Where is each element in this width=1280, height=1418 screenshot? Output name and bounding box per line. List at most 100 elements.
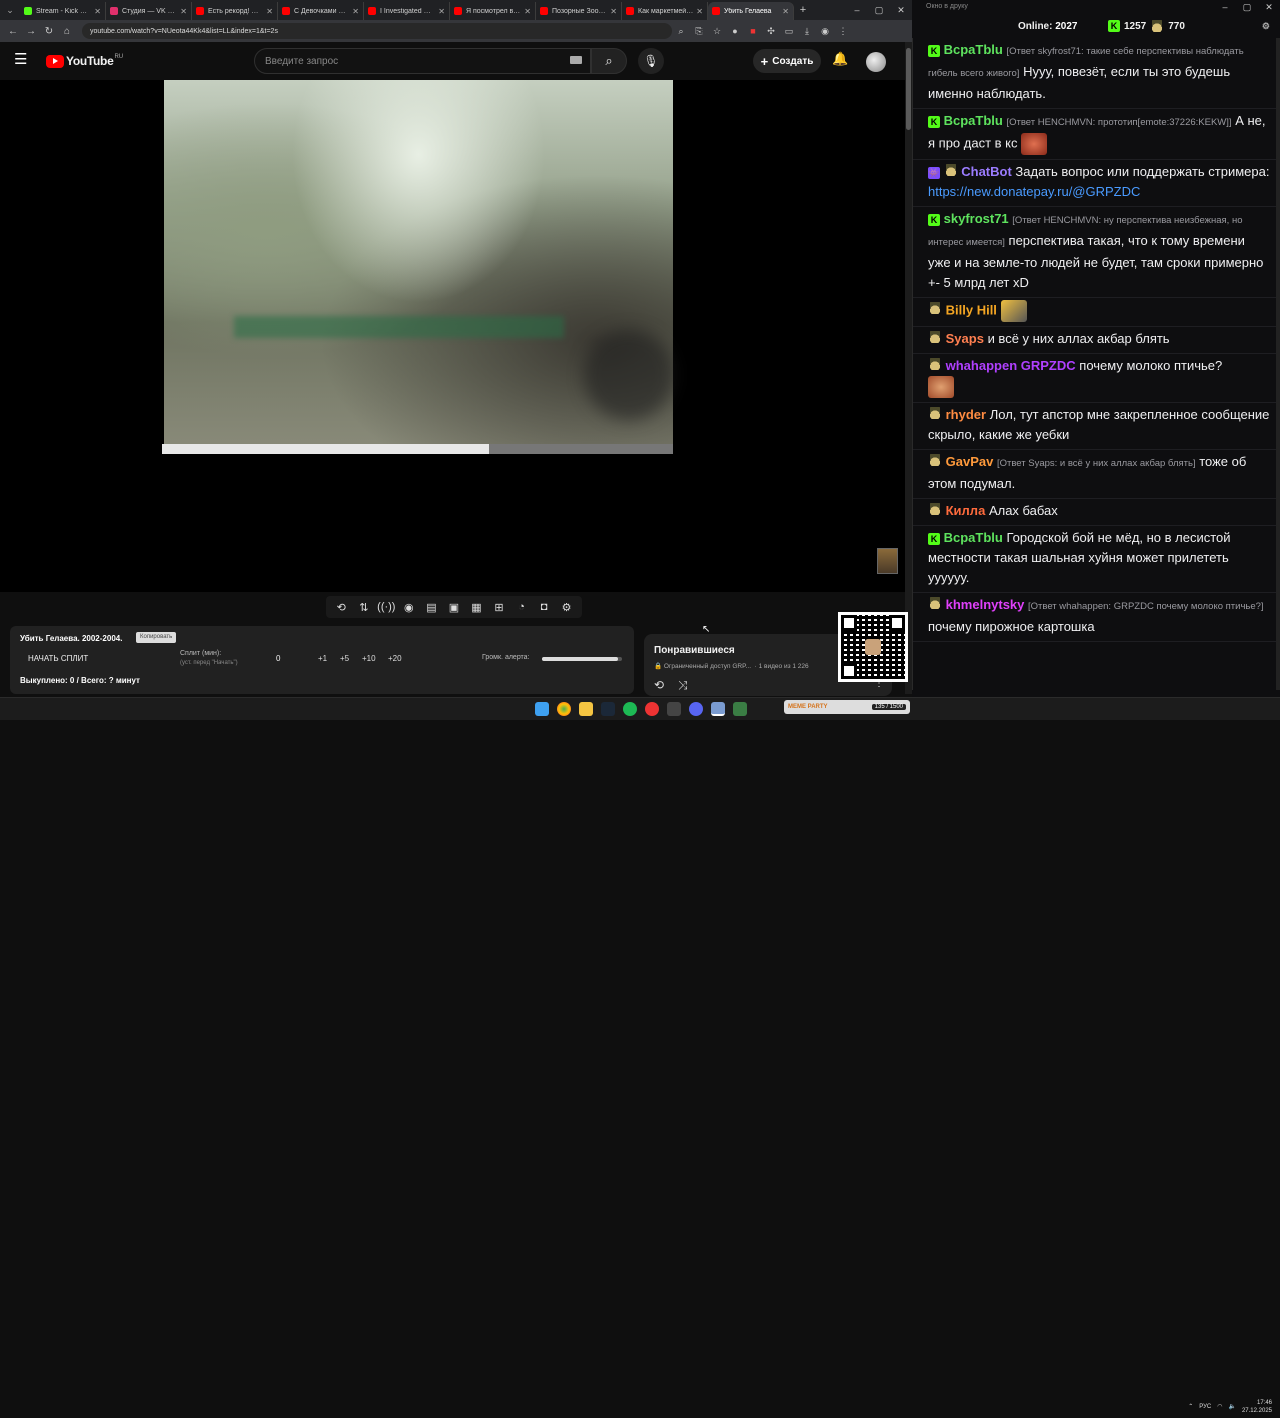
close-window-button[interactable]: ✕ — [890, 0, 912, 20]
forward-icon[interactable]: → — [22, 22, 40, 40]
notifications-bell-icon[interactable]: 🔔 — [832, 51, 850, 71]
search-button[interactable]: ⌕ — [591, 48, 627, 74]
corner-thumbnail[interactable] — [877, 548, 898, 574]
clock[interactable]: 17:46 27.12.2025 — [1242, 1399, 1272, 1415]
chat-messages[interactable]: K BcpaTblu [Ответ skyfrost71: такие себе… — [912, 38, 1278, 690]
hamburger-menu-icon[interactable]: ☰ — [14, 52, 32, 70]
keyboard-icon[interactable] — [570, 56, 582, 64]
chat-username[interactable]: khmelnytsky — [946, 597, 1025, 612]
playlist-title[interactable]: Понравившиеся — [654, 645, 735, 656]
profile-icon[interactable]: ◉ — [816, 22, 834, 40]
video-progress-bar[interactable] — [162, 444, 673, 454]
zoom-icon[interactable]: ⌕ — [672, 22, 690, 40]
camera-icon[interactable]: ◘ — [534, 601, 554, 613]
avatar[interactable] — [866, 52, 886, 72]
tab-close-icon[interactable]: ✕ — [696, 7, 703, 16]
start-split-button[interactable]: НАЧАТЬ СПЛИТ — [28, 654, 88, 663]
bookmark-star-icon[interactable]: ☆ — [708, 22, 726, 40]
chat-username[interactable]: Billy Hill — [946, 302, 997, 317]
install-icon[interactable]: ⎘ — [690, 22, 708, 40]
video-frame[interactable] — [164, 80, 674, 453]
alert-volume-slider[interactable] — [542, 657, 622, 661]
chat-username[interactable]: rhyder — [946, 407, 986, 422]
start-icon[interactable] — [535, 702, 549, 716]
chat-username[interactable]: GavPav — [946, 454, 994, 469]
tab-close-icon[interactable]: ✕ — [438, 7, 445, 16]
browser-tab[interactable]: С Девочками Боль ✕ — [278, 2, 364, 20]
back-icon[interactable]: ← — [4, 22, 22, 40]
sort-icon[interactable]: ⇅ — [354, 601, 374, 614]
chat-link[interactable]: https://new.donatepay.ru/@GRPZDC — [928, 184, 1140, 199]
url-field[interactable]: youtube.com/watch?v=NUeota44Kk4&list=LL&… — [82, 23, 672, 39]
volume-icon[interactable]: 🔈 — [1228, 1403, 1235, 1410]
extension-dot-icon[interactable]: ● — [726, 22, 744, 40]
sidebar-icon[interactable]: ▭ — [780, 22, 798, 40]
add-box-icon[interactable]: ⊞ — [489, 601, 509, 614]
chat-minimize-button[interactable]: – — [1214, 0, 1236, 14]
browser-tab[interactable]: Студия — VK Видео✕ — [106, 2, 192, 20]
discord-icon[interactable] — [689, 702, 703, 716]
tab-close-icon[interactable]: ✕ — [180, 7, 187, 16]
chat-username[interactable]: BcpaTblu — [944, 113, 1003, 128]
chat-username[interactable]: BcpaTblu — [944, 530, 1003, 545]
browser-tab[interactable]: Как маркетмейкер ✕ — [622, 2, 708, 20]
browser-tab[interactable]: Я посмотрел все ф✕ — [450, 2, 536, 20]
home-icon[interactable]: ⌂ — [58, 22, 76, 40]
broadcast-icon[interactable]: ((·)) — [376, 601, 396, 613]
chat-maximize-button[interactable]: ▢ — [1236, 0, 1258, 14]
tab-search-icon[interactable]: ⌄ — [0, 0, 20, 20]
tab-close-icon[interactable]: ✕ — [610, 7, 617, 16]
chat-settings-icon[interactable]: ⚙ — [1262, 21, 1270, 32]
youtube-logo[interactable]: YouTube RU — [46, 54, 123, 68]
language-indicator[interactable]: РУС — [1199, 1404, 1211, 1410]
app-gray-icon[interactable] — [667, 702, 681, 716]
chat-close-button[interactable]: ✕ — [1258, 0, 1280, 14]
reload-icon[interactable]: ↻ — [40, 22, 58, 40]
frames-icon[interactable]: ▦ — [466, 601, 486, 614]
browser-tab[interactable]: Позорные Зоозащ ✕ — [536, 2, 622, 20]
voice-search-button[interactable]: 🎙 — [638, 48, 664, 74]
extensions-puzzle-icon[interactable]: ✣ — [762, 22, 780, 40]
app-active-icon[interactable] — [711, 702, 725, 716]
speed-icon[interactable]: ◔ — [512, 601, 532, 613]
chat-username[interactable]: whahappen — [946, 358, 1018, 373]
tab-close-icon[interactable]: ✕ — [524, 7, 531, 16]
page-scrollbar-thumb[interactable] — [906, 48, 911, 130]
browser-tab[interactable]: Убить Гелаева ✕ — [708, 2, 794, 20]
chat-mention[interactable]: GRPZDC — [1021, 358, 1076, 373]
app-red-icon[interactable] — [645, 702, 659, 716]
extension-red-icon[interactable]: ■ — [744, 22, 762, 40]
plus-20-button[interactable]: +20 — [388, 654, 402, 663]
create-button[interactable]: + Создать — [753, 49, 821, 73]
chat-scrollbar[interactable] — [1276, 38, 1280, 690]
shuffle-icon[interactable]: ⤨ — [678, 678, 688, 693]
tab-close-icon[interactable]: ✕ — [352, 7, 359, 16]
chat-username[interactable]: ChatBot — [961, 164, 1012, 179]
steam-icon[interactable] — [601, 702, 615, 716]
folder-icon[interactable] — [579, 702, 593, 716]
browser-tab[interactable]: Есть рекорд! Пере ✕ — [192, 2, 278, 20]
new-tab-button[interactable]: + — [794, 4, 812, 16]
copy-button[interactable]: Копировать — [136, 632, 177, 643]
network-icon[interactable]: ◠ — [1217, 1403, 1222, 1410]
chat-username[interactable]: Syaps — [946, 331, 984, 346]
browser-tab[interactable]: I Investigated Mini ✕ — [364, 2, 450, 20]
tab-close-icon[interactable]: ✕ — [782, 7, 789, 16]
minimize-button[interactable]: – — [846, 0, 868, 20]
tab-close-icon[interactable]: ✕ — [94, 7, 101, 16]
browser-menu-icon[interactable]: ⋮ — [834, 22, 852, 40]
gear-icon[interactable]: ⚙ — [557, 601, 577, 614]
chat-username[interactable]: skyfrost71 — [944, 211, 1009, 226]
chat-username[interactable]: BcpaTblu — [944, 42, 1003, 57]
chat-username[interactable]: Килла — [946, 503, 986, 518]
search-input[interactable]: Введите запрос — [254, 48, 591, 74]
plus-10-button[interactable]: +10 — [362, 654, 376, 663]
app-green-icon[interactable] — [733, 702, 747, 716]
split-value[interactable]: 0 — [276, 654, 280, 663]
tab-close-icon[interactable]: ✕ — [266, 7, 273, 16]
loop-icon[interactable]: ⟲ — [331, 601, 351, 614]
tray-chevron-icon[interactable]: ⌃ — [1188, 1403, 1193, 1410]
chrome-icon[interactable] — [557, 702, 571, 716]
plus-1-button[interactable]: +1 — [318, 654, 327, 663]
pip-icon[interactable]: ▣ — [444, 601, 464, 614]
